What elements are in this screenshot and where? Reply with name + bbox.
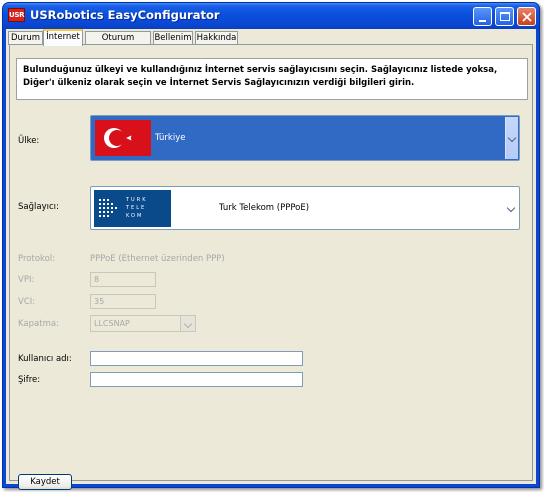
password-label: Şifre:: [18, 375, 41, 385]
tab-hakkinda[interactable]: Hakkında: [195, 31, 238, 45]
protocol-label: Protokol:: [18, 254, 56, 264]
minimize-icon: [479, 20, 486, 22]
protocol-value: PPPoE (Ethernet üzerinden PPP): [90, 254, 225, 264]
maximize-button[interactable]: [495, 7, 514, 26]
username-label: Kullanıcı adı:: [18, 354, 72, 364]
vci-label: VCI:: [18, 297, 36, 307]
close-button[interactable]: [517, 7, 536, 26]
app-window: USR USRobotics EasyConfigurator Durum İn…: [2, 2, 540, 490]
vpi-field[interactable]: 8: [90, 272, 156, 287]
encapsulation-dropdown-button[interactable]: [180, 316, 195, 331]
provider-label: Sağlayıcı:: [18, 202, 59, 212]
password-input[interactable]: [90, 372, 303, 387]
close-icon: [522, 12, 532, 22]
chevron-down-icon: [506, 203, 516, 213]
provider-dropdown-button[interactable]: [505, 188, 518, 228]
country-select[interactable]: Türkiye: [90, 115, 520, 161]
encapsulation-label: Kapatma:: [18, 319, 59, 329]
username-input[interactable]: [90, 351, 303, 366]
instructions-box: Bulunduğunuz ülkeyi ve kullandığınız İnt…: [16, 58, 528, 100]
provider-value: Turk Telekom (PPPoE): [219, 203, 310, 213]
vci-field[interactable]: 35: [90, 294, 156, 309]
minimize-button[interactable]: [473, 7, 492, 26]
country-dropdown-button[interactable]: [505, 117, 518, 159]
internet-panel: Bulunduğunuz ülkeyi ve kullandığınız İnt…: [9, 44, 533, 490]
client-area: Durum İnternet Oturum Açmak Bellenim Hak…: [6, 29, 536, 490]
encapsulation-value: LLCSNAP: [94, 319, 130, 328]
vpi-label: VPI:: [18, 275, 35, 285]
tab-internet[interactable]: İnternet: [43, 29, 83, 46]
save-button[interactable]: Kaydet: [18, 474, 72, 490]
usr-app-icon: USR: [8, 8, 25, 22]
title-bar[interactable]: USR USRobotics EasyConfigurator: [3, 3, 539, 29]
chevron-down-icon: [183, 319, 193, 328]
turk-telekom-logo: TURK TELE KOM: [94, 190, 171, 227]
country-label: Ülke:: [18, 136, 40, 146]
encapsulation-select[interactable]: LLCSNAP: [90, 315, 196, 332]
maximize-icon: [500, 12, 510, 21]
window-title: USRobotics EasyConfigurator: [30, 8, 220, 22]
tab-durum[interactable]: Durum: [8, 31, 43, 45]
provider-select[interactable]: TURK TELE KOM Turk Telekom (PPPoE): [90, 186, 520, 230]
chevron-down-icon: [507, 133, 517, 143]
country-value: Türkiye: [155, 133, 186, 143]
turkey-flag-icon: [95, 120, 151, 156]
tab-oturum-acmak[interactable]: Oturum Açmak: [85, 31, 151, 55]
tab-bellenim[interactable]: Bellenim: [153, 31, 193, 45]
